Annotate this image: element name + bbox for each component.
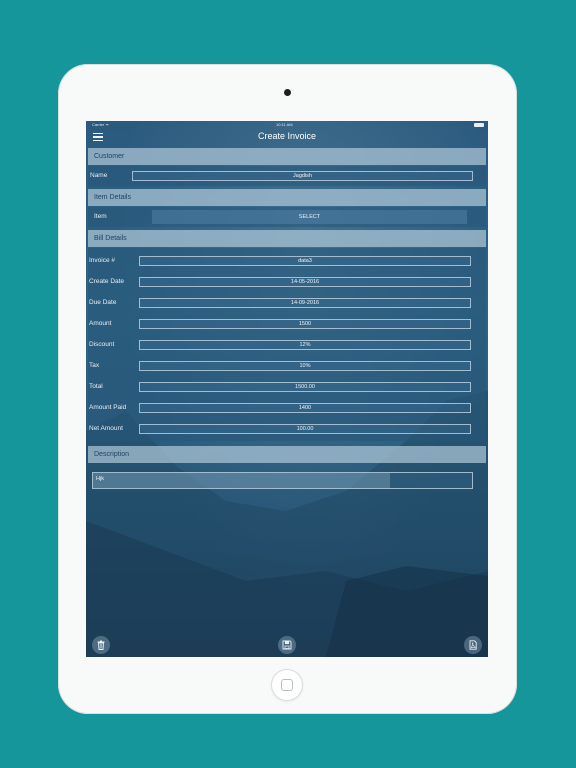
bill-row-label: Total [89, 383, 103, 390]
save-button[interactable] [278, 636, 296, 654]
due-date-field[interactable]: 14-09-2016 [139, 298, 471, 308]
item-label: Item [94, 213, 107, 220]
page-title: Create Invoice [257, 131, 317, 141]
item-row: Item SELECT [88, 207, 486, 227]
bill-row-label: Net Amount [89, 425, 123, 432]
name-label: Name [90, 172, 108, 179]
discount-field[interactable]: 12% [139, 340, 471, 350]
tablet-frame: Carrier ᯤ 10:11 AM Create Invoice Custom… [58, 64, 517, 714]
description-text: Hjk [96, 476, 104, 482]
section-header-item-details: Item Details [88, 189, 486, 206]
home-button[interactable] [272, 670, 302, 700]
create-date-field[interactable]: 14-05-2016 [139, 277, 471, 287]
bill-details-panel: Invoice # data3 Create Date 14-05-2016 D… [88, 248, 486, 441]
item-select-button[interactable]: SELECT [152, 210, 467, 224]
section-header-customer: Customer [88, 148, 486, 165]
invoice-number-field[interactable]: data3 [139, 256, 471, 266]
section-header-description: Description [88, 446, 486, 463]
amount-field[interactable]: 1500 [139, 319, 471, 329]
net-amount-field[interactable]: 100.00 [139, 424, 471, 434]
delete-button[interactable] [92, 636, 110, 654]
description-highlight [93, 473, 390, 488]
camera-dot [284, 89, 291, 96]
tax-field[interactable]: 10% [139, 361, 471, 371]
pdf-button[interactable] [464, 636, 482, 654]
customer-row: Name Jagdish [88, 166, 486, 186]
trash-icon [97, 640, 105, 650]
amount-paid-field[interactable]: 1400 [139, 403, 471, 413]
app-screen: Carrier ᯤ 10:11 AM Create Invoice Custom… [86, 121, 488, 657]
bill-row-label: Create Date [89, 278, 125, 285]
save-disk-icon [282, 640, 292, 650]
description-input[interactable]: Hjk [92, 472, 473, 489]
bill-row-label: Invoice # [89, 257, 116, 264]
bill-row-label: Tax [89, 362, 100, 369]
bill-row-label: Amount [89, 320, 112, 327]
bill-row-label: Due Date [89, 299, 117, 306]
section-header-bill-details: Bill Details [88, 230, 486, 247]
bill-row-label: Discount [89, 341, 115, 348]
name-field[interactable]: Jagdish [132, 171, 473, 181]
pdf-document-icon [469, 640, 477, 650]
nav-bar: Create Invoice [86, 127, 488, 147]
total-field[interactable]: 1500.00 [139, 382, 471, 392]
bill-row-label: Amount Paid [89, 404, 127, 411]
